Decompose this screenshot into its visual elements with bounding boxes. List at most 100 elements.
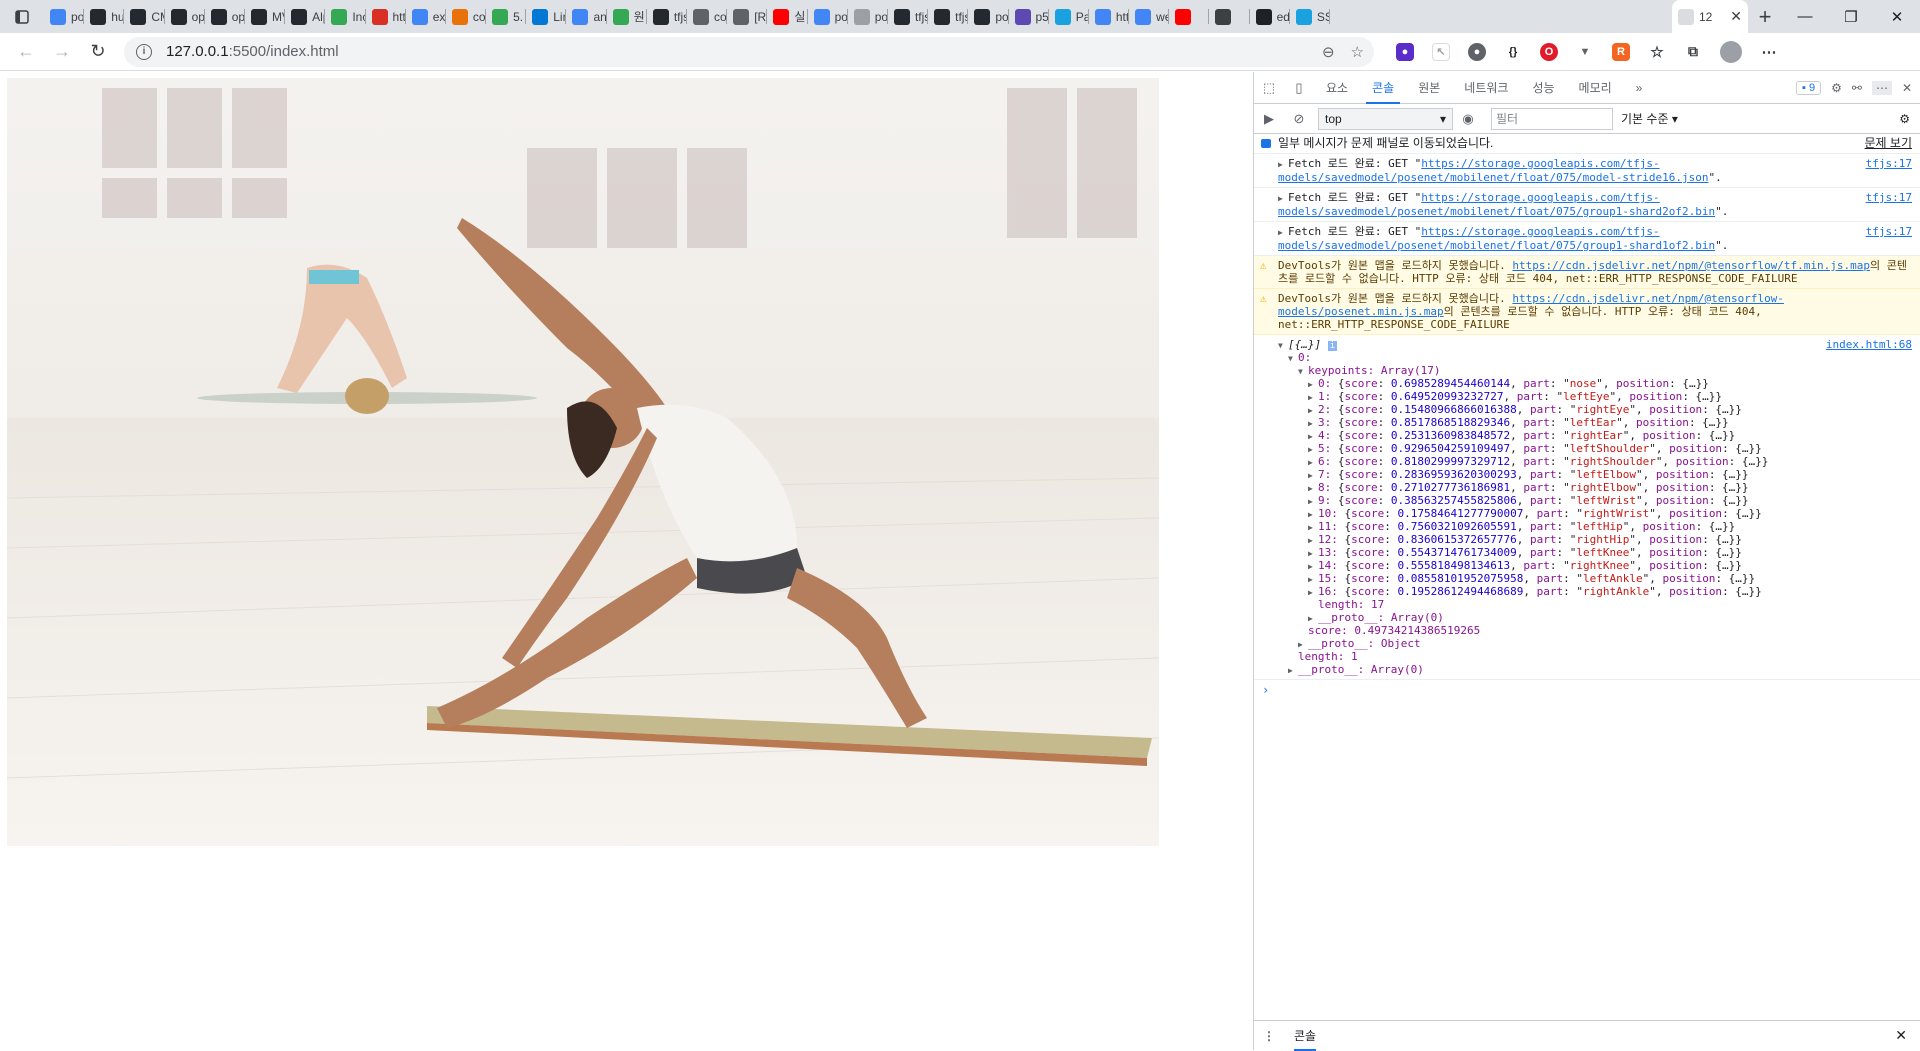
message-source-link[interactable]: tfjs:17 — [1866, 225, 1912, 238]
sidebar-toggle-icon[interactable]: ▶ — [1254, 111, 1284, 127]
tab-25[interactable]: Pa — [1049, 0, 1089, 33]
tab-9[interactable]: exp — [406, 0, 446, 33]
address-bar[interactable]: i 127.0.0.1:5500/index.html ⊖ ☆ — [124, 36, 1374, 67]
shield-extension-icon[interactable]: ▼ — [1576, 42, 1594, 61]
tab-30[interactable]: ed — [1250, 0, 1290, 33]
console-settings-gear-icon[interactable]: ⚙ — [1899, 112, 1910, 126]
keypoint-row[interactable]: ▶ 0: {score: 0.6985289454460144, part: "n… — [1278, 377, 1912, 390]
message-source-link[interactable]: tfjs:17 — [1866, 157, 1912, 170]
tab-29[interactable] — [1209, 0, 1250, 33]
tab-27[interactable]: we — [1129, 0, 1170, 33]
settings-gear-icon[interactable]: ⚙ — [1831, 81, 1842, 95]
message-source-link[interactable]: tfjs:17 — [1866, 191, 1912, 204]
expand-toggle-icon[interactable]: ▼ — [1288, 352, 1298, 365]
expand-toggle-icon[interactable]: ▶ — [1288, 664, 1298, 677]
tab-4[interactable]: op — [205, 0, 245, 33]
forward-icon[interactable]: → — [44, 36, 80, 68]
tab-0[interactable]: po — [44, 0, 85, 33]
zoom-icon[interactable]: ⊖ — [1322, 43, 1335, 61]
expand-toggle-icon[interactable]: ▶ — [1308, 586, 1318, 599]
tab-7[interactable]: Inc — [325, 0, 366, 33]
tab-11[interactable]: 5. — [486, 0, 527, 33]
favorite-star-icon[interactable]: ☆ — [1351, 43, 1364, 61]
context-select[interactable]: top ▾ — [1318, 107, 1453, 130]
tab-1[interactable]: hu — [84, 0, 125, 33]
keypoint-row[interactable]: ▶ 9: {score: 0.38563257455825806, part: "… — [1278, 494, 1912, 507]
clear-console-icon[interactable]: ⊘ — [1284, 111, 1314, 127]
extension-icon[interactable]: ● — [1396, 42, 1414, 61]
opera-extension-icon[interactable]: O — [1540, 42, 1558, 61]
keypoint-row[interactable]: ▶ 11: {score: 0.7560321092605591, part: "… — [1278, 520, 1912, 533]
tab-network[interactable]: 네트워크 — [1452, 72, 1520, 104]
expand-toggle-icon[interactable]: ▶ — [1278, 158, 1288, 171]
close-window-icon[interactable]: ✕ — [1874, 0, 1920, 33]
rx-extension-icon[interactable]: R — [1612, 42, 1630, 61]
tab-memory[interactable]: 메모리 — [1567, 72, 1624, 104]
tab-19[interactable]: po — [808, 0, 848, 33]
tab-2[interactable]: CM — [124, 0, 165, 33]
keypoint-row[interactable]: ▶ 10: {score: 0.17584641277790007, part: … — [1278, 507, 1912, 520]
console-prompt[interactable]: › — [1254, 680, 1920, 701]
tab-17[interactable]: [R — [727, 0, 768, 33]
close-devtools-icon[interactable]: ✕ — [1902, 81, 1912, 95]
tab-6[interactable]: Alp — [285, 0, 326, 33]
close-drawer-icon[interactable]: ✕ — [1895, 1027, 1907, 1044]
close-tab-icon[interactable]: ✕ — [1730, 8, 1742, 25]
inspect-element-icon[interactable]: ⬚ — [1254, 80, 1284, 96]
log-source-link[interactable]: index.html:68 — [1826, 338, 1912, 351]
drawer-menu-icon[interactable]: ⋮ — [1254, 1029, 1284, 1043]
bracket-extension-icon[interactable]: {} — [1504, 42, 1522, 61]
device-toolbar-icon[interactable]: ▯ — [1284, 80, 1314, 96]
keypoint-row[interactable]: ▶ 6: {score: 0.8180299997329712, part: "r… — [1278, 455, 1912, 468]
tab-22[interactable]: tfjs — [928, 0, 969, 33]
expand-toggle-icon[interactable]: ▶ — [1278, 192, 1288, 205]
live-expression-eye-icon[interactable]: ◉ — [1453, 111, 1483, 127]
keypoint-row[interactable]: ▶ 1: {score: 0.649520993232727, part: "le… — [1278, 390, 1912, 403]
site-info-icon[interactable]: i — [136, 43, 152, 60]
back-icon[interactable]: ← — [8, 36, 44, 68]
tab-8[interactable]: htt — [366, 0, 406, 33]
keypoint-row[interactable]: ▶ 12: {score: 0.8360615372657776, part: "… — [1278, 533, 1912, 546]
tab-15[interactable]: tfjs — [647, 0, 687, 33]
connect-icon[interactable]: ⚯ — [1852, 81, 1862, 95]
tab-3[interactable]: op — [165, 0, 205, 33]
reload-icon[interactable]: ↻ — [80, 36, 116, 68]
cursor-extension-icon[interactable]: ↖ — [1432, 42, 1450, 61]
tab-21[interactable]: tfjs — [888, 0, 929, 33]
tab-sources[interactable]: 원본 — [1406, 72, 1452, 104]
keypoint-row[interactable]: ▶ 7: {score: 0.28369593620300293, part: "… — [1278, 468, 1912, 481]
tab-elements[interactable]: 요소 — [1314, 72, 1360, 104]
keypoint-row[interactable]: ▶ 4: {score: 0.2531360983848572, part: "r… — [1278, 429, 1912, 442]
drawer-tab-console[interactable]: 콘솔 — [1294, 1021, 1317, 1051]
tab-28[interactable] — [1169, 0, 1210, 33]
keypoint-row[interactable]: ▶ 5: {score: 0.9296504259109497, part: "l… — [1278, 442, 1912, 455]
keypoint-row[interactable]: ▶ 15: {score: 0.08558101952075958, part: … — [1278, 572, 1912, 585]
tab-console[interactable]: 콘솔 — [1360, 72, 1406, 104]
keypoint-row[interactable]: ▶ 2: {score: 0.15480966866016388, part: "… — [1278, 403, 1912, 416]
tab-13[interactable]: an — [566, 0, 607, 33]
tab-active[interactable]: 12 ✕ — [1672, 0, 1748, 33]
expand-toggle-icon[interactable]: ▼ — [1278, 339, 1288, 352]
view-issues-link[interactable]: 문제 보기 — [1865, 137, 1913, 150]
expand-toggle-icon[interactable]: ▶ — [1278, 226, 1288, 239]
log-levels-dropdown[interactable]: 기본 수준 ▾ — [1621, 110, 1678, 127]
restore-icon[interactable]: ❐ — [1828, 0, 1874, 33]
tab-24[interactable]: p5 — [1009, 0, 1049, 33]
collections-icon[interactable]: ⧉ — [1684, 42, 1702, 61]
keypoint-row[interactable]: ▶ 8: {score: 0.2710277736186981, part: "r… — [1278, 481, 1912, 494]
keypoint-row[interactable]: ▶ 3: {score: 0.8517868518829346, part: "l… — [1278, 416, 1912, 429]
keypoint-row[interactable]: ▶ 13: {score: 0.5543714761734009, part: "… — [1278, 546, 1912, 559]
keypoint-row[interactable]: ▶ 14: {score: 0.555818498134613, part: "r… — [1278, 559, 1912, 572]
filter-input[interactable]: 필터 — [1491, 107, 1613, 130]
tab-12[interactable]: Lin — [526, 0, 567, 33]
circle-extension-icon[interactable]: ● — [1468, 42, 1486, 61]
tab-26[interactable]: htt — [1089, 0, 1130, 33]
warning-url-link[interactable]: https://cdn.jsdelivr.net/npm/@tensorflow… — [1512, 259, 1870, 272]
tab-performance[interactable]: 성능 — [1520, 72, 1566, 104]
tab-18[interactable]: 실 — [767, 0, 808, 33]
tab-actions-menu-icon[interactable] — [0, 0, 44, 33]
tab-10[interactable]: co — [446, 0, 487, 33]
customize-menu-icon[interactable]: ⋯ — [1871, 80, 1892, 95]
keypoint-row[interactable]: ▶ 16: {score: 0.19528612494468689, part: … — [1278, 585, 1912, 598]
tab-16[interactable]: co — [687, 0, 728, 33]
